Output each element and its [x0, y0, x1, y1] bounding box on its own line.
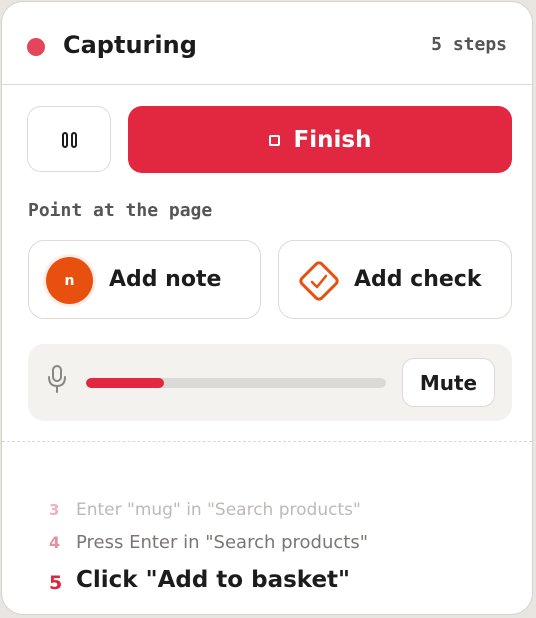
add-check-label: Add check — [354, 267, 482, 292]
finish-button-label: Finish — [293, 126, 372, 153]
capture-status-title: Capturing — [63, 31, 197, 59]
microphone-icon — [48, 365, 66, 393]
mic-level-fill — [86, 378, 164, 388]
step-number: 4 — [49, 533, 61, 552]
finish-button[interactable]: Finish — [128, 106, 512, 173]
check-diamond-icon — [299, 261, 339, 301]
stop-icon — [268, 135, 280, 146]
step-text: Enter "mug" in "Search products" — [76, 500, 361, 520]
add-note-button[interactable]: n Add note — [28, 240, 261, 319]
step-number: 5 — [49, 572, 63, 594]
pause-button[interactable] — [27, 106, 111, 172]
mute-button[interactable]: Mute — [402, 358, 495, 407]
capture-panel: Capturing 5 steps Finish Point at the pa… — [1, 1, 533, 615]
steps-count: 5 steps — [431, 34, 507, 55]
step-text: Press Enter in "Search products" — [76, 532, 368, 553]
mic-level-meter — [86, 378, 386, 388]
microphone-panel: Mute — [28, 344, 512, 421]
section-label-point: Point at the page — [28, 200, 213, 221]
step-number: 3 — [49, 501, 60, 519]
note-icon: n — [46, 257, 93, 304]
add-note-label: Add note — [109, 267, 222, 292]
recording-indicator — [27, 38, 45, 56]
step-text: Click "Add to basket" — [76, 567, 351, 593]
add-check-button[interactable]: Add check — [278, 240, 512, 319]
panel-header: Capturing 5 steps — [2, 2, 532, 85]
steps-divider — [2, 441, 532, 442]
